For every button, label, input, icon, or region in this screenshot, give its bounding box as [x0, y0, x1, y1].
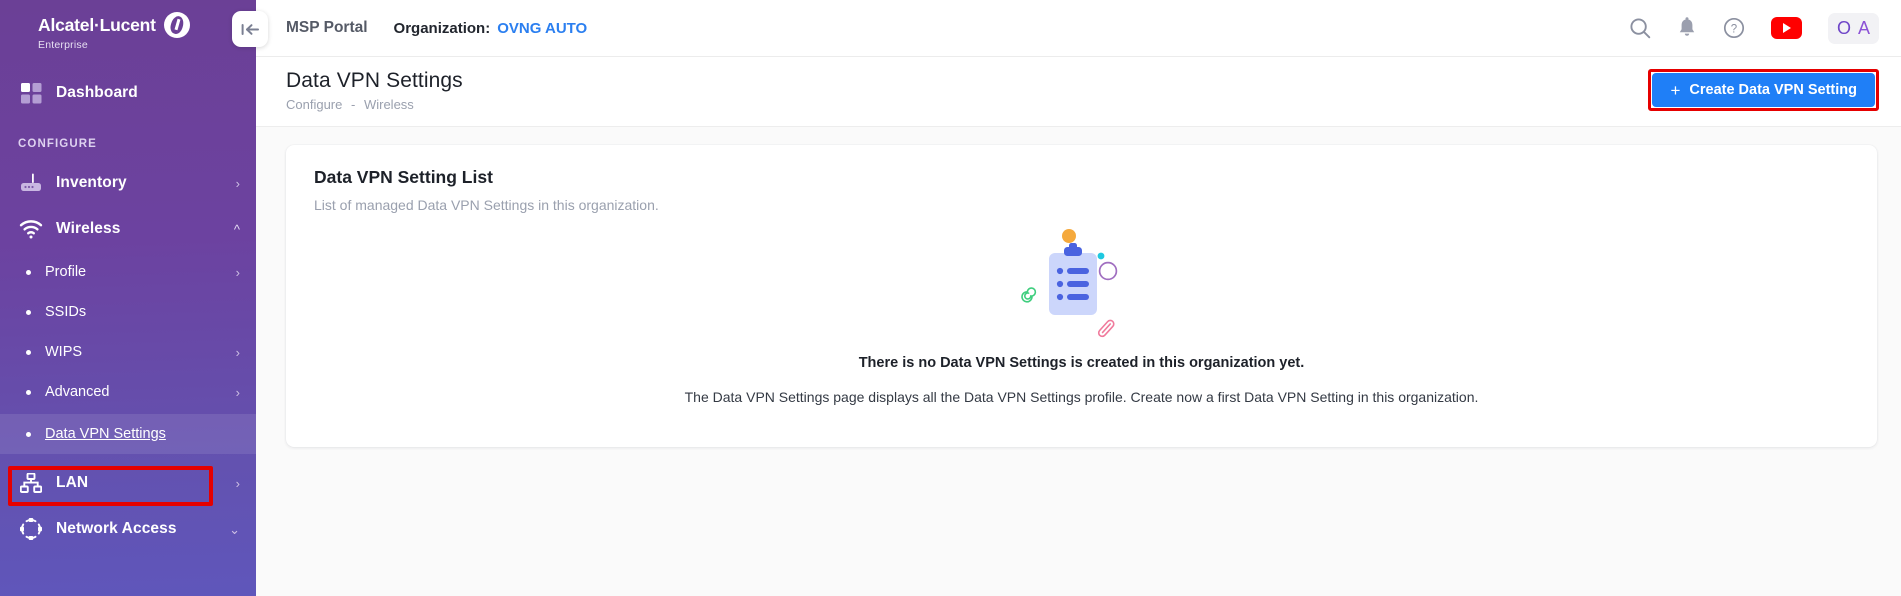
plus-icon: + — [1670, 80, 1681, 100]
page-header: Data VPN Settings Configure - Wireless +… — [256, 57, 1901, 127]
sidebar-item-label: Network Access — [56, 520, 177, 537]
card-subtitle: List of managed Data VPN Settings in thi… — [314, 197, 659, 213]
empty-state-heading: There is no Data VPN Settings is created… — [858, 355, 1305, 371]
avatar[interactable]: O A — [1827, 12, 1879, 44]
sidebar-item-ssids[interactable]: SSIDs — [0, 292, 256, 332]
create-button-label: Create Data VPN Setting — [1689, 82, 1857, 98]
avatar-initial-a: A — [1857, 17, 1870, 38]
sidebar-item-network-access[interactable]: Network Access ⌄ — [0, 506, 256, 552]
sidebar-item-label: LAN — [56, 474, 89, 491]
create-data-vpn-setting-button[interactable]: + Create Data VPN Setting — [1652, 73, 1875, 107]
youtube-icon[interactable] — [1770, 17, 1802, 39]
bullet-icon — [26, 431, 31, 437]
svg-text:?: ? — [1731, 24, 1737, 36]
chevron-right-icon[interactable]: › — [236, 266, 240, 279]
bullet-icon — [26, 389, 31, 395]
sidebar-item-lan[interactable]: LAN › — [0, 460, 256, 506]
brand-logo[interactable]: Alcatel·Lucent Enterprise — [0, 0, 256, 60]
page-content: Data VPN Setting List List of managed Da… — [256, 127, 1901, 596]
clipboard-empty-illustration-icon — [314, 223, 1849, 341]
chevron-right-icon[interactable]: › — [236, 346, 240, 359]
empty-state-description: The Data VPN Settings page displays all … — [684, 389, 1479, 405]
bullet-icon — [26, 309, 31, 315]
page-title-block: Data VPN Settings Configure - Wireless — [286, 69, 463, 112]
page-title: Data VPN Settings — [286, 69, 463, 92]
sidebar-item-dashboard[interactable]: Dashboard — [0, 70, 256, 116]
top-bar: MSP Portal Organization: OVNG AUTO ? O A — [256, 0, 1901, 57]
grid-dashboard-icon — [18, 82, 44, 104]
avatar-initial-o: O — [1836, 17, 1851, 38]
sidebar-nav: Dashboard CONFIGURE Inventory › Wireless… — [0, 60, 256, 552]
breadcrumb-separator: - — [351, 97, 356, 112]
router-icon — [18, 173, 44, 193]
breadcrumb-parent[interactable]: Configure — [286, 97, 342, 112]
app-root: Alcatel·Lucent Enterprise Dashboard CONF… — [0, 0, 1901, 596]
brand-subtitle: Enterprise — [38, 39, 88, 51]
wifi-icon — [18, 219, 44, 239]
sidebar-item-wips[interactable]: WIPS › — [0, 332, 256, 372]
lan-network-icon — [18, 473, 44, 493]
sidebar: Alcatel·Lucent Enterprise Dashboard CONF… — [0, 0, 256, 596]
chevron-down-icon[interactable]: ⌄ — [229, 523, 240, 536]
sidebar-item-label: Inventory — [56, 174, 127, 191]
breadcrumb: Configure - Wireless — [286, 97, 463, 112]
sidebar-item-label: SSIDs — [45, 304, 87, 320]
chevron-right-icon[interactable]: › — [236, 386, 240, 399]
help-circle-icon[interactable]: ? — [1723, 17, 1745, 39]
chevron-right-icon[interactable]: › — [236, 177, 240, 190]
organization-label: Organization: — [393, 19, 491, 37]
create-button-wrapper: + Create Data VPN Setting — [1648, 69, 1879, 111]
sidebar-item-label: Advanced — [45, 384, 110, 400]
search-icon[interactable] — [1629, 17, 1651, 39]
sidebar-item-label: WIPS — [45, 344, 83, 360]
sidebar-item-inventory[interactable]: Inventory › — [0, 160, 256, 206]
topbar-actions: ? O A — [1629, 12, 1879, 44]
sidebar-item-advanced[interactable]: Advanced › — [0, 372, 256, 412]
collapse-sidebar-button[interactable] — [232, 11, 268, 47]
bullet-icon — [26, 349, 31, 355]
sidebar-item-label: Profile — [45, 264, 87, 280]
sidebar-item-label: Dashboard — [56, 84, 138, 101]
msp-portal-link[interactable]: MSP Portal — [286, 19, 368, 37]
sidebar-section-configure: CONFIGURE — [18, 138, 97, 150]
sidebar-item-data-vpn-settings[interactable]: Data VPN Settings — [0, 414, 256, 454]
empty-state: There is no Data VPN Settings is created… — [314, 223, 1849, 405]
sidebar-item-wireless[interactable]: Wireless ^ — [0, 206, 256, 252]
sidebar-item-profile[interactable]: Profile › — [0, 252, 256, 292]
data-vpn-setting-list-card: Data VPN Setting List List of managed Da… — [286, 145, 1877, 447]
network-nodes-icon — [18, 518, 44, 540]
brand-name: Alcatel·Lucent — [38, 14, 156, 35]
organization-value[interactable]: OVNG AUTO — [497, 20, 587, 37]
chevron-up-icon[interactable]: ^ — [234, 223, 240, 236]
sidebar-item-label: Wireless — [56, 220, 121, 237]
alcatel-lucent-spiral-logo-icon — [163, 12, 190, 38]
breadcrumb-child[interactable]: Wireless — [364, 97, 414, 112]
notification-bell-icon[interactable] — [1677, 17, 1697, 39]
sidebar-item-label: Data VPN Settings — [45, 426, 166, 442]
collapse-sidebar-arrow-icon — [241, 23, 259, 35]
chevron-right-icon[interactable]: › — [236, 477, 240, 490]
main-area: MSP Portal Organization: OVNG AUTO ? O A… — [256, 0, 1901, 596]
bullet-icon — [26, 269, 31, 275]
card-title: Data VPN Setting List — [314, 167, 493, 187]
